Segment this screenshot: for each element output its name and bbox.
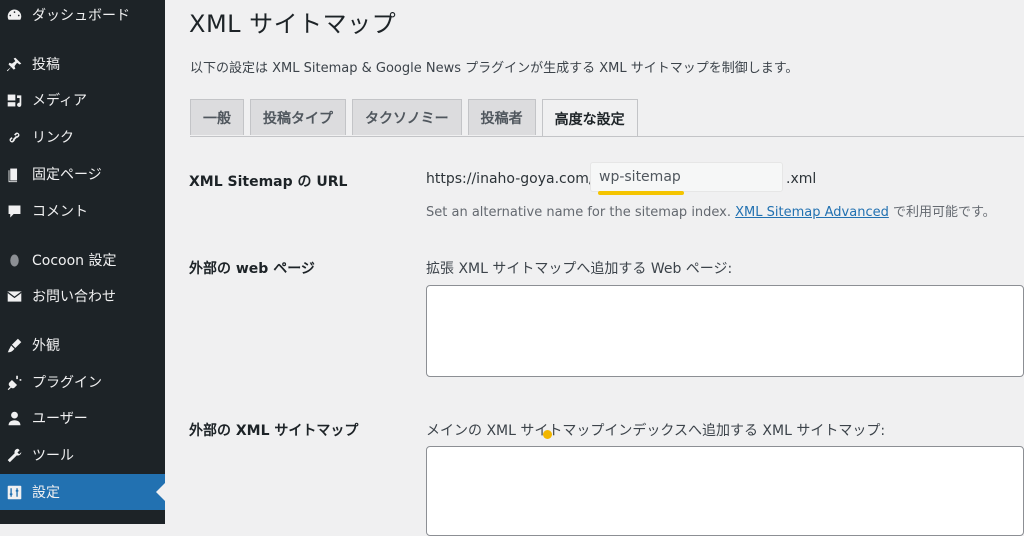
sidebar-item-users[interactable]: ユーザー — [0, 400, 165, 436]
external-pages-label: 外部の web ページ — [189, 261, 315, 277]
admin-sidebar: ダッシュボード 投稿 メディア リンク 固定ページ コメント Cocoon 設定… — [0, 0, 165, 524]
external-sitemaps-label: 外部の XML サイトマップ — [189, 423, 359, 439]
external-sitemaps-textarea[interactable] — [426, 446, 1024, 536]
tab-post-types[interactable]: 投稿タイプ — [250, 99, 346, 135]
sidebar-item-cocoon-settings[interactable]: Cocoon 設定 — [0, 242, 165, 278]
settings-tabs: 一般 投稿タイプ タクソノミー 投稿者 高度な設定 — [190, 99, 638, 137]
mail-icon — [4, 286, 24, 306]
page-icon — [4, 164, 24, 184]
sidebar-item-settings[interactable]: 設定 — [0, 474, 165, 510]
sitemap-url-label: XML Sitemap の URL — [189, 174, 348, 190]
sidebar-item-pages[interactable]: 固定ページ — [0, 156, 165, 192]
sidebar-item-contact[interactable]: お問い合わせ — [0, 278, 165, 314]
sidebar-item-label: Cocoon 設定 — [32, 253, 117, 269]
settings-icon — [4, 482, 24, 502]
sidebar-item-label: コメント — [32, 204, 88, 220]
media-icon — [4, 90, 24, 110]
tab-advanced[interactable]: 高度な設定 — [541, 99, 638, 137]
cursor-marker — [543, 430, 552, 439]
plugin-icon — [4, 372, 24, 392]
brush-icon — [4, 335, 24, 355]
sidebar-item-label: リンク — [32, 130, 74, 146]
sidebar-item-links[interactable]: リンク — [0, 119, 165, 155]
sidebar-item-dashboard[interactable]: ダッシュボード — [0, 0, 165, 33]
hint-text: Set an alternative name for the sitemap … — [426, 205, 732, 220]
pin-icon — [4, 54, 24, 74]
sidebar-item-tools[interactable]: ツール — [0, 437, 165, 473]
tab-authors[interactable]: 投稿者 — [467, 99, 536, 135]
sidebar-item-media[interactable]: メディア — [0, 82, 165, 118]
highlight-mark — [598, 191, 684, 195]
sidebar-item-plugins[interactable]: プラグイン — [0, 364, 165, 400]
external-pages-field-label: 拡張 XML サイトマップへ追加する Web ページ: — [426, 261, 733, 277]
user-icon — [4, 408, 24, 428]
cocoon-icon — [4, 250, 24, 270]
url-prefix: https://inaho-goya.com/ — [426, 171, 594, 187]
sidebar-item-label: 外観 — [32, 338, 60, 354]
dashboard-icon — [4, 5, 24, 25]
sidebar-item-comments[interactable]: コメント — [0, 193, 165, 229]
sidebar-item-label: ダッシュボード — [32, 8, 130, 24]
page-description: 以下の設定は XML Sitemap & Google News プラグインが生… — [190, 61, 799, 76]
sitemap-url-hint: Set an alternative name for the sitemap … — [426, 201, 996, 220]
tab-divider — [190, 136, 1024, 137]
main-content: XML サイトマップ 以下の設定は XML Sitemap & Google N… — [165, 0, 1024, 536]
url-suffix: .xml — [786, 171, 817, 187]
wrench-icon — [4, 445, 24, 465]
sidebar-item-label: 固定ページ — [32, 167, 102, 183]
external-pages-textarea[interactable] — [426, 285, 1024, 377]
comment-icon — [4, 201, 24, 221]
tab-general[interactable]: 一般 — [190, 99, 244, 135]
page-title: XML サイトマップ — [189, 10, 397, 38]
sidebar-item-posts[interactable]: 投稿 — [0, 46, 165, 82]
sidebar-item-label: お問い合わせ — [32, 289, 116, 305]
link-icon — [4, 127, 24, 147]
sidebar-item-label: ツール — [32, 448, 74, 464]
sidebar-item-appearance[interactable]: 外観 — [0, 327, 165, 363]
external-sitemaps-field-label: メインの XML サイトマップインデックスへ追加する XML サイトマップ: — [426, 423, 886, 439]
hint-after: で利用可能です。 — [892, 205, 996, 220]
sidebar-item-label: ユーザー — [32, 411, 88, 427]
sidebar-item-label: 投稿 — [32, 57, 60, 73]
sidebar-item-label: メディア — [32, 93, 88, 109]
xml-sitemap-advanced-link[interactable]: XML Sitemap Advanced — [735, 205, 889, 220]
sidebar-item-label: 設定 — [32, 485, 60, 501]
sitemap-name-input[interactable] — [590, 162, 783, 192]
sidebar-item-label: プラグイン — [32, 375, 102, 391]
tab-taxonomies[interactable]: タクソノミー — [352, 99, 462, 135]
